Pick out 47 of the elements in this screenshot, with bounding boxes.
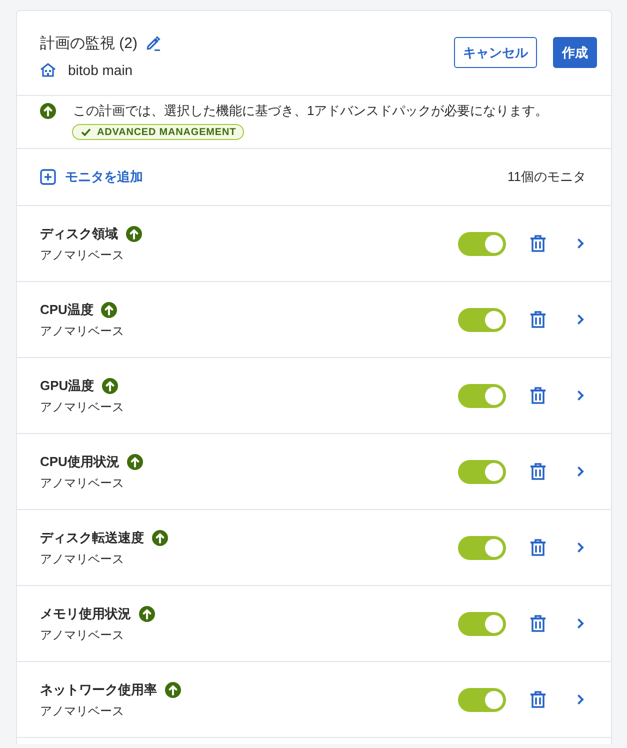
building-icon <box>40 63 56 77</box>
monitor-type: アノマリベース <box>40 474 125 492</box>
trash-icon[interactable] <box>530 615 546 632</box>
monitor-name: ディスク転送速度 <box>40 528 144 546</box>
location-name: bitob main <box>68 62 133 78</box>
monitor-type: アノマリベース <box>40 246 125 264</box>
action-button[interactable]: キャンセル <box>454 37 537 68</box>
toggle-switch[interactable] <box>458 688 506 712</box>
monitor-name: CPU温度 <box>40 300 94 318</box>
trash-icon[interactable] <box>530 691 546 708</box>
toggle-switch[interactable] <box>458 232 506 256</box>
toggle-switch[interactable] <box>458 384 506 408</box>
monitor-type: アノマリベース <box>40 322 124 340</box>
chevron-right-icon[interactable] <box>577 542 584 553</box>
add-monitor-button[interactable]: モニタを追加 <box>40 168 143 186</box>
trash-icon[interactable] <box>530 539 546 556</box>
chevron-right-icon[interactable] <box>577 466 584 477</box>
plan-title: 計画の監視 (2) <box>40 34 138 52</box>
plus-icon <box>40 169 56 185</box>
chevron-right-icon[interactable] <box>577 618 584 629</box>
monitor-count: 11個のモニタ <box>508 168 586 186</box>
trash-icon[interactable] <box>530 463 546 480</box>
trash-icon[interactable] <box>530 235 546 252</box>
trash-icon[interactable] <box>530 311 546 328</box>
monitor-type: アノマリベース <box>40 626 125 644</box>
chevron-right-icon[interactable] <box>577 694 584 705</box>
monitor-type: アノマリベース <box>40 702 125 720</box>
check-icon <box>81 128 91 136</box>
notice-text: この計画では、選択した機能に基づき、1アドバンスドパックが必要になります。 <box>73 103 548 119</box>
toggle-switch[interactable] <box>458 460 506 484</box>
toggle-switch[interactable] <box>458 536 506 560</box>
chevron-right-icon[interactable] <box>577 314 584 325</box>
action-button[interactable]: 作成 <box>553 37 597 68</box>
monitor-name: GPU温度 <box>40 376 94 394</box>
feature-badge: ADVANCED MANAGEMENT <box>72 124 244 140</box>
monitor-name: メモリ使用状況 <box>40 604 131 622</box>
edit-pencil-icon[interactable] <box>144 35 160 51</box>
trash-icon[interactable] <box>530 387 546 404</box>
toggle-switch[interactable] <box>458 308 506 332</box>
monitor-name: ネットワーク使用率 <box>40 680 157 698</box>
monitor-type: アノマリベース <box>40 398 124 416</box>
monitor-type: アノマリベース <box>40 550 125 568</box>
toggle-switch[interactable] <box>458 612 506 636</box>
monitor-name: CPU使用状況 <box>40 452 120 470</box>
chevron-right-icon[interactable] <box>577 238 584 249</box>
monitor-name: ディスク領域 <box>40 224 118 242</box>
chevron-right-icon[interactable] <box>577 390 584 401</box>
